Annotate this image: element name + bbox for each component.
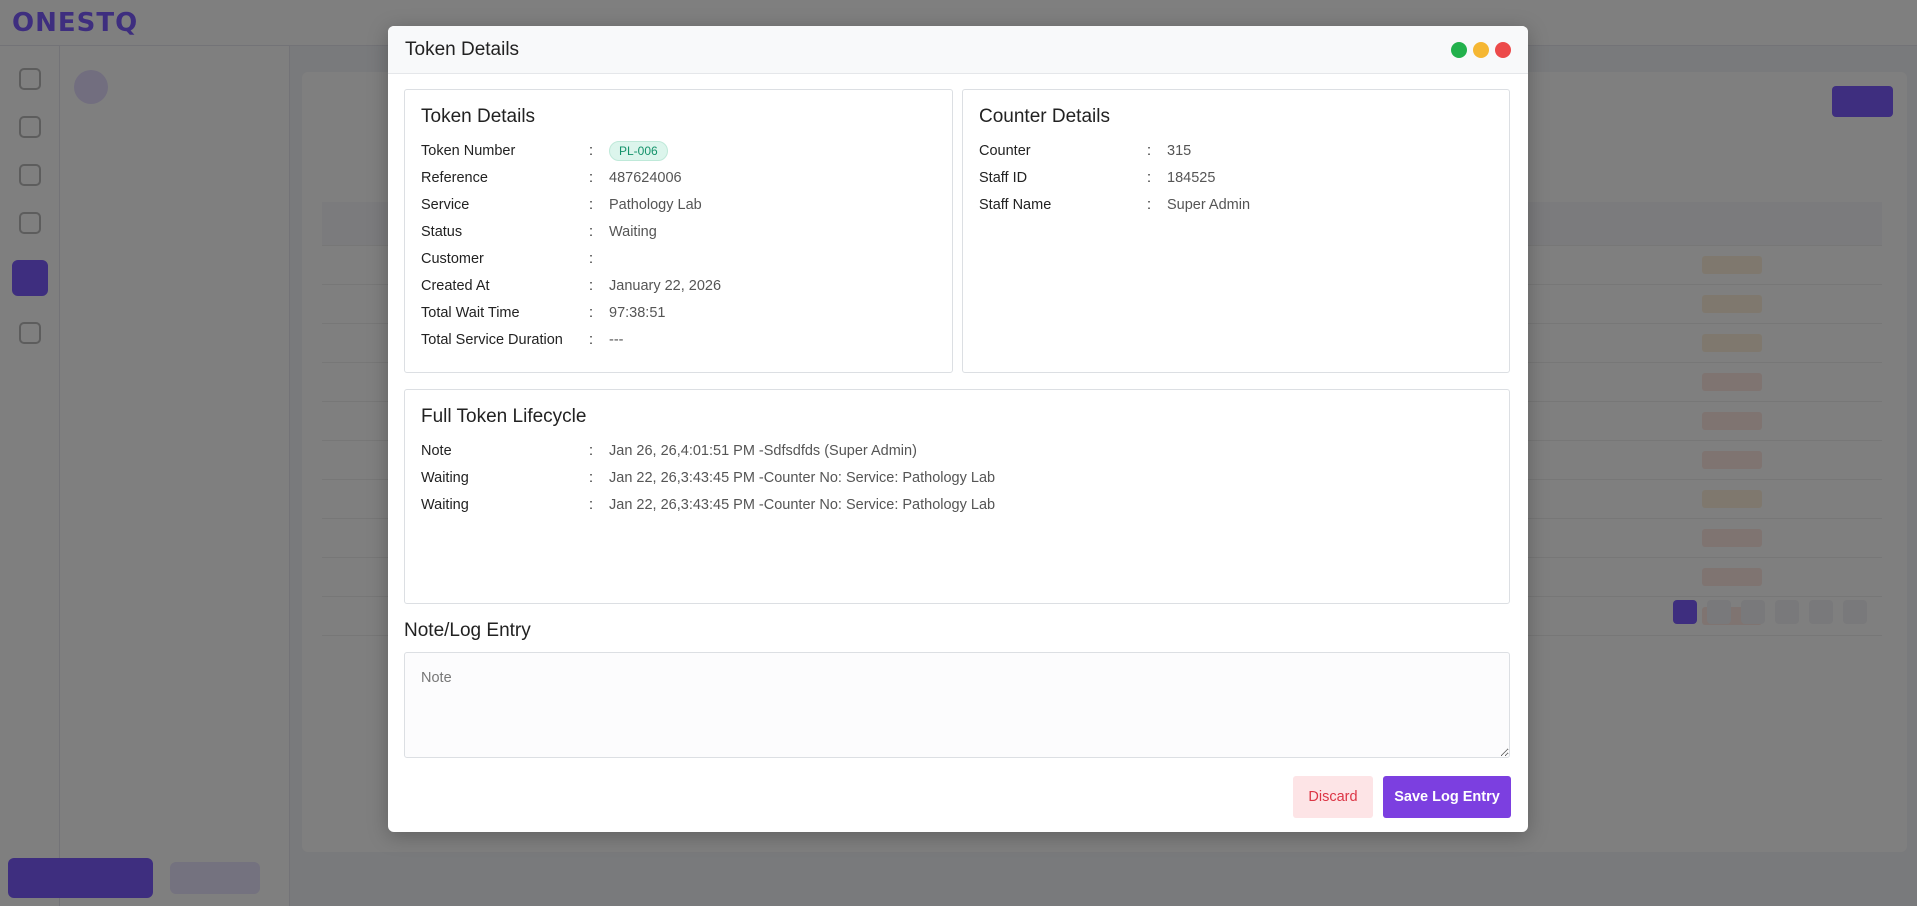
total-wait-time-row: Total Wait Time : 97:38:51 <box>421 300 936 327</box>
row-value: --- <box>609 332 624 348</box>
modal-header: Token Details <box>388 26 1528 74</box>
discard-button[interactable]: Discard <box>1293 776 1373 818</box>
close-icon[interactable] <box>1495 41 1511 58</box>
row-label: Token Number <box>421 143 516 159</box>
row-value: Jan 22, 26,3:43:45 PM -Counter No: Servi… <box>609 497 996 513</box>
row-label: Reference <box>421 170 488 186</box>
window-controls <box>1451 41 1511 58</box>
row-value: 184525 <box>1167 170 1216 186</box>
row-value: Waiting <box>609 224 657 240</box>
lifecycle-row: Note : Jan 26, 26,4:01:51 PM -Sdfsdfds (… <box>421 438 1493 465</box>
row-label: Staff Name <box>979 197 1052 213</box>
note-textarea[interactable] <box>404 652 1510 758</box>
row-value: 97:38:51 <box>609 305 666 321</box>
row-value: Jan 22, 26,3:43:45 PM -Counter No: Servi… <box>609 470 996 486</box>
row-label: Customer <box>421 251 484 267</box>
token-details-modal: Token Details Token Details Token Number… <box>388 26 1528 832</box>
lifecycle-row: Waiting : Jan 22, 26,3:43:45 PM -Counter… <box>421 492 1493 519</box>
row-value: Pathology Lab <box>609 197 702 213</box>
green-dot-icon[interactable] <box>1451 41 1467 58</box>
counter-row: Counter : 315 <box>979 138 1493 165</box>
staff-id-row: Staff ID : 184525 <box>979 165 1493 192</box>
token-details-list: Token Number : PL-006 Reference : 487624… <box>421 138 936 354</box>
modal-title: Token Details <box>405 38 520 60</box>
row-label: Created At <box>421 278 490 294</box>
row-label: Total Wait Time <box>421 305 520 321</box>
lifecycle-row: Waiting : Jan 22, 26,3:43:45 PM -Counter… <box>421 465 1493 492</box>
row-label: Note <box>421 443 452 459</box>
counter-details-panel: Counter Details Counter : 315 Staff ID :… <box>962 89 1510 373</box>
save-log-entry-button[interactable]: Save Log Entry <box>1383 776 1511 818</box>
row-label: Waiting <box>421 470 469 486</box>
row-value: January 22, 2026 <box>609 278 722 294</box>
row-value: Super Admin <box>1167 197 1251 213</box>
token-lifecycle-panel: Full Token Lifecycle Note : Jan 26, 26,4… <box>404 389 1510 604</box>
counter-details-title: Counter Details <box>979 106 1110 127</box>
row-label: Service <box>421 197 470 213</box>
row-label: Total Service Duration <box>421 332 563 348</box>
row-label: Waiting <box>421 497 469 513</box>
lifecycle-title: Full Token Lifecycle <box>421 406 587 427</box>
row-label: Counter <box>979 143 1031 159</box>
staff-name-row: Staff Name : Super Admin <box>979 192 1493 219</box>
created-at-row: Created At : January 22, 2026 <box>421 273 936 300</box>
row-label: Status <box>421 224 463 240</box>
reference-row: Reference : 487624006 <box>421 165 936 192</box>
status-row: Status : Waiting <box>421 219 936 246</box>
row-value: 315 <box>1167 143 1192 159</box>
customer-row: Customer : <box>421 246 936 273</box>
log-entry-title: Note/Log Entry <box>404 620 531 641</box>
row-value: Jan 26, 26,4:01:51 PM -Sdfsdfds (Super A… <box>609 443 917 459</box>
token-number-badge: PL-006 <box>609 141 668 162</box>
token-number-row: Token Number : PL-006 <box>421 138 936 165</box>
row-label: Staff ID <box>979 170 1028 186</box>
yellow-dot-icon[interactable] <box>1473 41 1489 58</box>
token-details-panel: Token Details Token Number : PL-006 Refe… <box>404 89 953 373</box>
row-value: 487624006 <box>609 170 682 186</box>
service-row: Service : Pathology Lab <box>421 192 936 219</box>
token-details-title: Token Details <box>421 106 536 127</box>
total-service-duration-row: Total Service Duration : --- <box>421 327 936 354</box>
